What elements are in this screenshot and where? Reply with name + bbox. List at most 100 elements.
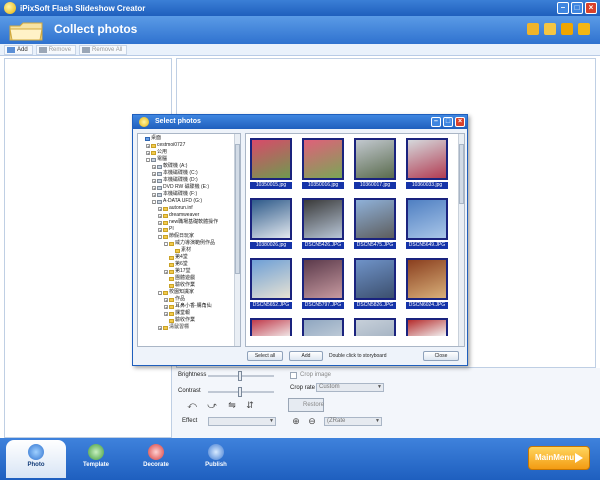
flip-vertical-icon[interactable]: ⇵ bbox=[244, 400, 256, 410]
zoom-in-icon[interactable]: ⊕ bbox=[290, 416, 302, 426]
tree-item[interactable]: + dreamweaver bbox=[140, 212, 240, 219]
grid-scrollbar[interactable] bbox=[458, 134, 464, 346]
tree-item[interactable]: + 清鼠習標 bbox=[140, 324, 240, 331]
tree-item[interactable]: + PI bbox=[140, 226, 240, 233]
tree-expander-icon[interactable]: + bbox=[152, 164, 156, 169]
photo-thumbnail[interactable]: 10360017.jpg bbox=[354, 138, 396, 189]
add-selected-button[interactable]: Add bbox=[289, 351, 323, 361]
tree-item[interactable]: + 軟碟機 (A:) bbox=[140, 163, 240, 170]
tree-expander-icon[interactable]: + bbox=[164, 311, 168, 316]
tree-item[interactable]: + 第17堂 bbox=[140, 268, 240, 275]
tab-template[interactable]: Template bbox=[66, 440, 126, 478]
tree-expander-icon[interactable]: + bbox=[146, 150, 150, 155]
tree-expander-icon[interactable]: + bbox=[158, 213, 162, 218]
tree-item[interactable]: 桌面 bbox=[140, 135, 240, 142]
tree-item[interactable]: + cestmoi0727 bbox=[140, 142, 240, 149]
crop-image-checkbox[interactable] bbox=[290, 372, 297, 379]
tree-expander-icon[interactable]: + bbox=[158, 220, 162, 225]
select-all-button[interactable]: Select all bbox=[247, 351, 283, 361]
close-button[interactable]: × bbox=[585, 2, 597, 14]
grid-scrollbar-thumb[interactable] bbox=[459, 144, 464, 204]
photo-thumbnail[interactable] bbox=[406, 318, 448, 346]
tree-expander-icon[interactable]: - bbox=[146, 157, 150, 162]
dialog-close-button[interactable]: × bbox=[455, 117, 465, 127]
photo-thumbnail[interactable]: 10350015.jpg bbox=[250, 138, 292, 189]
fit-rate-select[interactable]: (ZRate ▼ bbox=[324, 417, 382, 426]
photo-thumbnail[interactable]: DSCN5826.JPG bbox=[354, 258, 396, 309]
tree-item[interactable]: - 電腦 bbox=[140, 156, 240, 163]
main-menu-button[interactable]: MainMenu bbox=[528, 446, 590, 470]
photo-thumbnail[interactable]: DSCN5426.JPG bbox=[302, 198, 344, 249]
add-button[interactable]: Add bbox=[4, 44, 33, 55]
flip-horizontal-icon[interactable]: ⇋ bbox=[226, 400, 238, 410]
dialog-close-text-button[interactable]: Close bbox=[423, 351, 459, 361]
tree-item[interactable]: - 校園知識家 bbox=[140, 289, 240, 296]
tree-item[interactable]: - 節假日玩家 bbox=[140, 233, 240, 240]
tree-scrollbar-thumb[interactable] bbox=[235, 144, 240, 274]
tree-item[interactable]: + 公用 bbox=[140, 149, 240, 156]
dialog-minimize-button[interactable]: – bbox=[431, 117, 441, 127]
tree-item[interactable]: + 本機磁碟機 (D:) bbox=[140, 177, 240, 184]
photo-grid[interactable]: 10350015.jpg 10350016.jpg 10360017.jpg 1036… bbox=[245, 133, 465, 347]
contrast-slider-handle[interactable] bbox=[238, 387, 242, 397]
photo-thumbnail[interactable]: DSCN5797.JPG bbox=[302, 258, 344, 309]
tree-item[interactable]: + 作品 bbox=[140, 296, 240, 303]
folder-tree[interactable]: 桌面 + cestmoi0727 + 公用 - 電腦 + 軟碟機 (A:) + 本機磁碟機 (C:)… bbox=[137, 133, 241, 347]
restore-button[interactable]: Restore bbox=[288, 398, 324, 412]
tree-item[interactable]: + DVD RW 磁碟機 (E:) bbox=[140, 184, 240, 191]
open-folder-icon[interactable] bbox=[527, 23, 539, 35]
remove-button[interactable]: Remove bbox=[35, 44, 77, 55]
tree-expander-icon[interactable]: + bbox=[152, 192, 156, 197]
rotate-left-icon[interactable]: ⤺ bbox=[186, 400, 198, 410]
tree-item[interactable]: - 威力導演範例作品 bbox=[140, 240, 240, 247]
tree-item[interactable]: 驗收作業 bbox=[140, 317, 240, 324]
tree-expander-icon[interactable]: + bbox=[164, 297, 168, 302]
tree-item[interactable]: + autorun.inf bbox=[140, 205, 240, 212]
brightness-slider[interactable] bbox=[208, 371, 274, 381]
tree-item[interactable]: 團體遊戲 bbox=[140, 275, 240, 282]
photo-thumbnail[interactable] bbox=[354, 318, 396, 346]
photo-thumbnail[interactable] bbox=[302, 318, 344, 346]
tree-item[interactable]: 第6堂 bbox=[140, 261, 240, 268]
tab-publish[interactable]: Publish bbox=[186, 440, 246, 478]
photo-thumbnail[interactable]: 10360033.jpg bbox=[406, 138, 448, 189]
tree-scrollbar[interactable] bbox=[234, 134, 240, 346]
tree-expander-icon[interactable]: - bbox=[158, 290, 162, 295]
rotate-right-icon[interactable]: ⤻ bbox=[206, 400, 218, 410]
tree-expander-icon[interactable]: + bbox=[158, 206, 162, 211]
tree-item[interactable]: 素材 bbox=[140, 247, 240, 254]
tree-expander-icon[interactable]: + bbox=[164, 269, 168, 274]
dialog-maximize-button[interactable]: □ bbox=[443, 117, 453, 127]
tree-item[interactable]: 第4堂 bbox=[140, 254, 240, 261]
tree-item[interactable]: - A-DATA UFD (G:) bbox=[140, 198, 240, 205]
help-icon[interactable] bbox=[578, 23, 590, 35]
tree-item[interactable]: + new職場基礎軟體操作 bbox=[140, 219, 240, 226]
tree-expander-icon[interactable]: + bbox=[164, 304, 168, 309]
photo-thumbnail[interactable]: DSCN5649.JPG bbox=[406, 198, 448, 249]
photo-thumbnail[interactable]: DSCN6024.JPG bbox=[406, 258, 448, 309]
tree-expander-icon[interactable]: + bbox=[152, 171, 156, 176]
tree-item[interactable]: + 課堂報 bbox=[140, 310, 240, 317]
minimize-button[interactable]: – bbox=[557, 2, 569, 14]
photo-thumbnail[interactable]: DSCN5475.JPG bbox=[354, 198, 396, 249]
tree-expander-icon[interactable]: + bbox=[158, 325, 162, 330]
crop-rate-select[interactable]: Custom ▼ bbox=[316, 383, 384, 392]
tree-item[interactable]: + 耳鼻小香-購角仙 bbox=[140, 303, 240, 310]
tree-expander-icon[interactable]: - bbox=[152, 199, 156, 204]
photo-thumbnail[interactable] bbox=[250, 318, 292, 346]
remove-all-button[interactable]: Remove All bbox=[79, 44, 128, 55]
zoom-out-icon[interactable]: ⊖ bbox=[306, 416, 318, 426]
save-icon[interactable] bbox=[544, 23, 556, 35]
tab-photo[interactable]: Photo bbox=[6, 440, 66, 478]
photo-thumbnail[interactable]: DSCN5652.JPG bbox=[250, 258, 292, 309]
tree-expander-icon[interactable]: + bbox=[158, 227, 162, 232]
tree-item[interactable]: 驗收作業 bbox=[140, 282, 240, 289]
tree-expander-icon[interactable]: - bbox=[164, 241, 168, 246]
photo-thumbnail[interactable]: 10380026.jpg bbox=[250, 198, 292, 249]
tree-expander-icon[interactable]: - bbox=[158, 234, 162, 239]
tree-item[interactable]: + 本機磁碟機 (F:) bbox=[140, 191, 240, 198]
tree-expander-icon[interactable]: + bbox=[152, 178, 156, 183]
photo-thumbnail[interactable]: 10350016.jpg bbox=[302, 138, 344, 189]
tree-expander-icon[interactable]: + bbox=[146, 143, 150, 148]
effect-select[interactable]: ▼ bbox=[208, 417, 276, 426]
